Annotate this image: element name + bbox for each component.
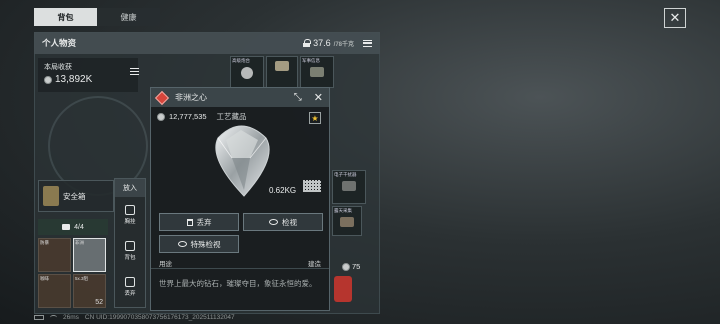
- trash-icon: [125, 277, 135, 287]
- tab-backpack[interactable]: 背包: [34, 8, 97, 26]
- use-label: 用途: [159, 261, 172, 268]
- weight-value: 37.6: [313, 38, 331, 48]
- safe-box-icon: [43, 186, 59, 206]
- item-name: 非洲之心: [175, 93, 207, 102]
- tab-bar: 背包 健康: [34, 8, 160, 26]
- item-description: 世界上最大的钻石，璀璨夺目，象征永恒的爱。: [159, 279, 317, 288]
- list-item[interactable]: 5x.3阻 52: [73, 274, 106, 308]
- menu-item-chest-rig[interactable]: 胸挂: [115, 197, 145, 233]
- wifi-icon: [50, 315, 57, 320]
- close-icon[interactable]: ✕: [314, 91, 323, 104]
- discard-button[interactable]: 丢弃: [159, 213, 239, 231]
- grid-size-icon: [303, 180, 321, 192]
- context-menu-title: 放入: [115, 179, 145, 197]
- build-label: 建造: [308, 261, 321, 268]
- item-detail-dialog: 非洲之心 ⤡ ✕ 12,777,535 工艺藏品 ★ 0.62KG 丢弃 检视 …: [150, 87, 330, 311]
- earnings-menu-icon[interactable]: [130, 68, 139, 75]
- menu-item-label: 胸挂: [124, 219, 136, 225]
- close-icon: ✕: [669, 10, 681, 25]
- safe-box[interactable]: 安全箱: [38, 180, 114, 212]
- item-label: 电子干扰器: [334, 172, 357, 177]
- list-item[interactable]: 防暴: [38, 238, 71, 272]
- inspect-button[interactable]: 检视: [243, 213, 323, 231]
- item-slot[interactable]: 军事信息: [300, 56, 334, 88]
- item-label: 军事信息: [302, 58, 320, 63]
- context-menu: 放入 胸挂 背包 丢弃: [114, 178, 146, 308]
- menu-item-label: 丢弃: [124, 291, 136, 297]
- inventory-header: 个人物资 37.6 /78千克: [34, 32, 380, 54]
- diamond-image: [215, 125, 270, 197]
- item-label: 防暴: [40, 240, 49, 245]
- item-label: 非洲: [75, 240, 84, 245]
- item-label: 咖啡: [40, 276, 49, 281]
- coin-icon: [44, 75, 52, 84]
- weight-readout: 37.6 /78千克: [303, 38, 372, 48]
- item-thumb: [241, 67, 253, 79]
- lock-icon: [303, 39, 312, 47]
- coin-icon: [157, 112, 165, 121]
- trash-icon: [186, 218, 193, 226]
- eye-icon: [269, 219, 278, 225]
- chest-rig-icon: [125, 205, 135, 215]
- inventory-title: 个人物资: [42, 38, 77, 48]
- count-badge: 75: [342, 262, 360, 271]
- item-slot[interactable]: 高级炮台: [230, 56, 264, 88]
- item-thumb: [340, 217, 354, 227]
- item-thumb[interactable]: [334, 276, 352, 302]
- item-slot[interactable]: [266, 56, 298, 88]
- item-thumb: [310, 67, 324, 77]
- item-label: 高级炮台: [232, 58, 250, 63]
- briefcase-icon: [62, 224, 71, 230]
- clock-icon: [342, 262, 350, 271]
- menu-item-label: 背包: [124, 255, 136, 261]
- item-slot[interactable]: 露天采集: [332, 206, 362, 236]
- capacity-tab[interactable]: 4/4: [38, 219, 108, 235]
- item-label: 露天采集: [334, 208, 352, 213]
- backpack-icon: [125, 241, 135, 251]
- battery-icon: [34, 315, 44, 320]
- count-value: 75: [352, 262, 361, 271]
- star-icon[interactable]: ★: [309, 112, 321, 124]
- item-weight: 0.62KG: [269, 186, 297, 195]
- special-inspect-button[interactable]: 特殊检视: [159, 235, 239, 253]
- capacity-value: 4/4: [74, 223, 84, 231]
- button-label: 特殊检视: [190, 239, 221, 249]
- dialog-header: 非洲之心 ⤡ ✕: [151, 88, 329, 107]
- list-item-selected[interactable]: 非洲: [73, 238, 106, 272]
- earnings-value: 13,892K: [55, 74, 93, 85]
- safe-box-label: 安全箱: [63, 191, 86, 201]
- ping-value: 26ms: [63, 314, 79, 321]
- rarity-icon: [154, 90, 170, 105]
- item-value: 12,777,535: [169, 112, 207, 121]
- weight-max: /78千克: [333, 41, 354, 48]
- earnings-box: 本局收获 13,892K: [38, 58, 138, 92]
- close-button[interactable]: ✕: [664, 8, 686, 28]
- uid-text: CN UID:1999070358073756176173_2025111320…: [84, 314, 235, 321]
- button-label: 检视: [282, 217, 297, 227]
- tab-health[interactable]: 健康: [97, 8, 160, 26]
- earnings-label: 本局收获: [44, 64, 72, 71]
- item-slot[interactable]: 电子干扰器: [332, 170, 366, 204]
- menu-icon[interactable]: [363, 39, 372, 47]
- item-label: 5x.3阻: [75, 276, 89, 281]
- button-label: 丢弃: [196, 217, 212, 227]
- minimize-icon[interactable]: ⤡: [294, 92, 302, 103]
- item-count: 52: [95, 299, 103, 306]
- menu-item-discard[interactable]: 丢弃: [115, 269, 145, 305]
- eye-icon: [177, 241, 187, 247]
- item-thumb: [275, 61, 289, 71]
- item-thumb: [342, 181, 356, 191]
- divider: [151, 268, 329, 269]
- menu-item-backpack[interactable]: 背包: [115, 233, 145, 269]
- status-bar: 26ms CN UID:1999070358073756176173_20251…: [34, 314, 235, 321]
- list-item[interactable]: 咖啡: [38, 274, 71, 308]
- safe-box-items: 防暴 非洲 咖啡 5x.3阻 52: [38, 238, 108, 310]
